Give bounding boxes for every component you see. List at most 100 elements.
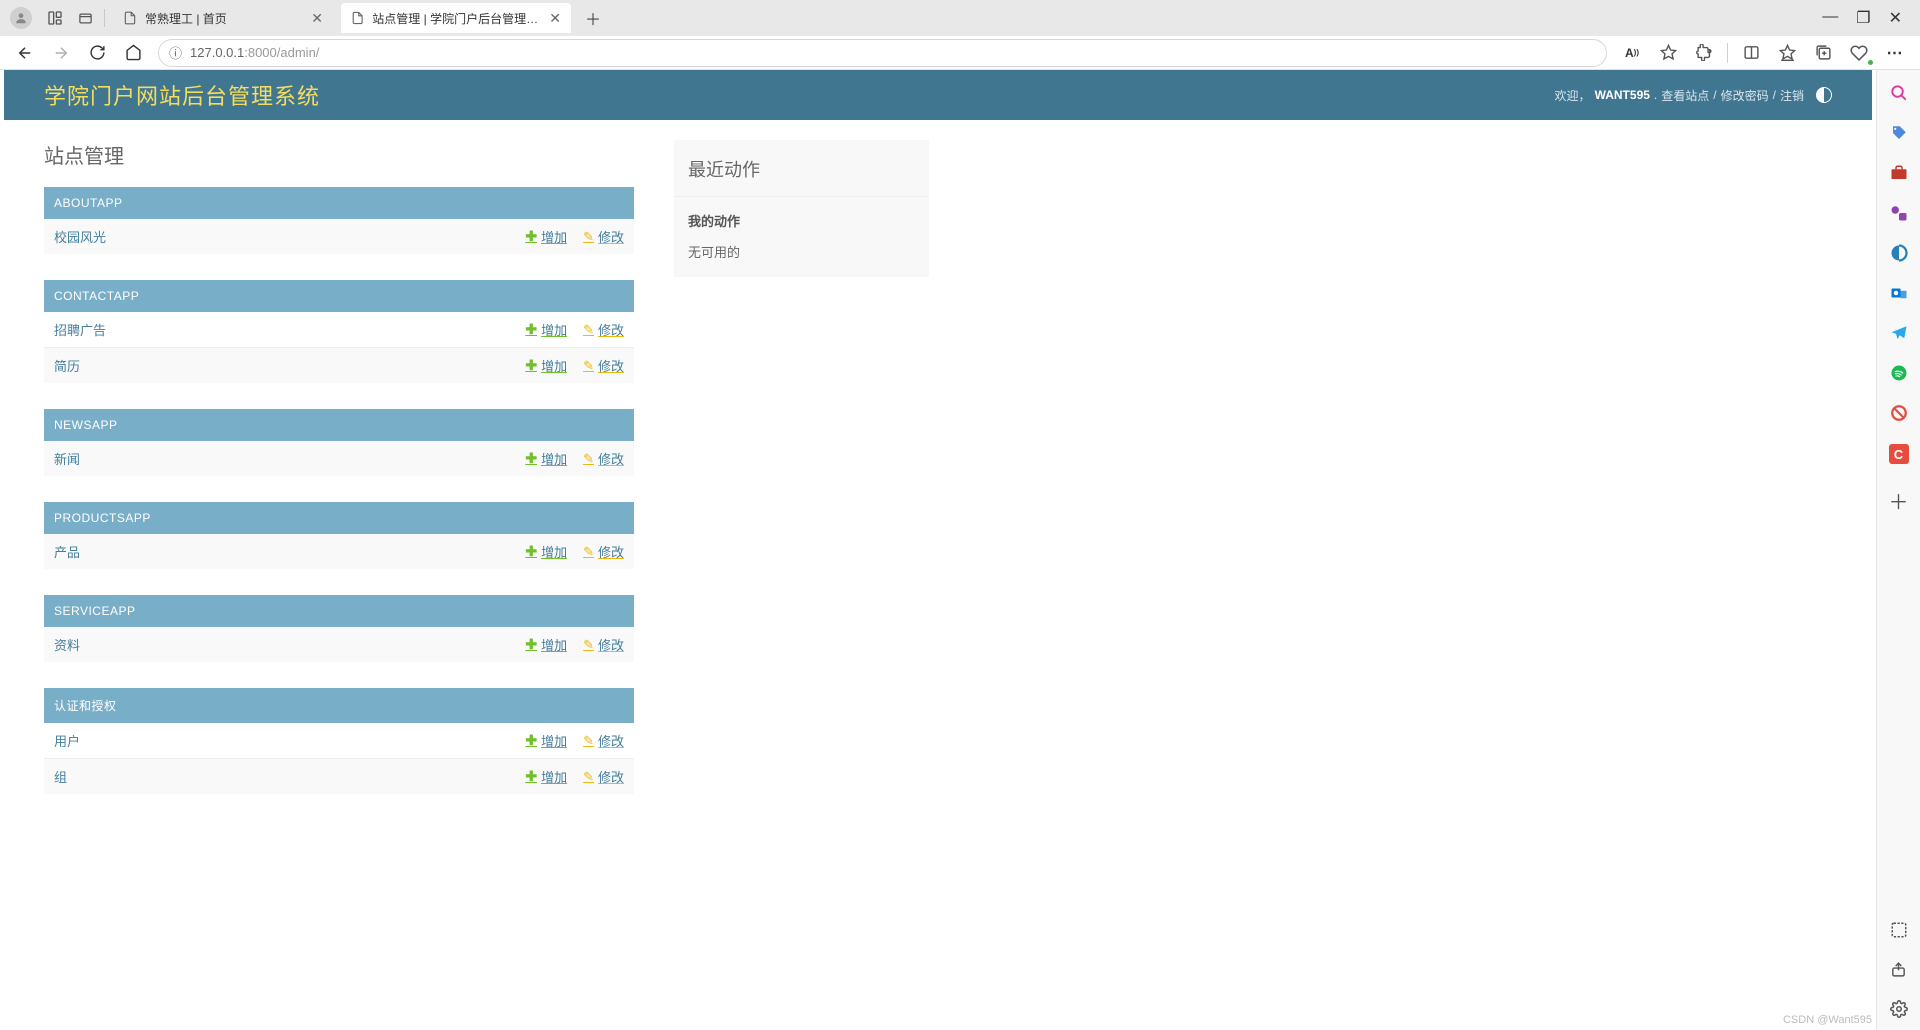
- plus-icon: ✚: [525, 450, 537, 467]
- tab-actions-icon[interactable]: [74, 11, 96, 26]
- settings-icon[interactable]: [1890, 1000, 1908, 1018]
- change-link[interactable]: ✎ 修改: [583, 320, 624, 339]
- minimize-button[interactable]: —: [1822, 8, 1838, 28]
- change-link[interactable]: ✎ 修改: [583, 767, 624, 786]
- change-link[interactable]: ✎ 修改: [583, 731, 624, 750]
- change-link[interactable]: ✎ 修改: [583, 227, 624, 246]
- welcome-text: 欢迎，: [1555, 87, 1591, 104]
- module-caption[interactable]: CONTACTAPP: [44, 280, 634, 312]
- workspaces-icon[interactable]: [44, 10, 66, 26]
- noentry-icon[interactable]: [1890, 404, 1908, 422]
- office-icon[interactable]: [1890, 244, 1908, 262]
- close-icon[interactable]: ✕: [311, 10, 323, 27]
- share-icon[interactable]: [1890, 961, 1907, 978]
- menu-icon[interactable]: ⋯: [1878, 38, 1912, 68]
- plus-icon: ✚: [525, 543, 537, 560]
- search-icon[interactable]: [1890, 84, 1908, 102]
- model-row: 招聘广告 ✚ 增加 ✎ 修改: [44, 312, 634, 348]
- model-link[interactable]: 校园风光: [54, 227, 509, 246]
- collections-icon[interactable]: [1806, 38, 1840, 68]
- tab-title: 站点管理 | 学院门户后台管理系统: [372, 10, 541, 27]
- change-password-link[interactable]: 修改密码: [1721, 87, 1769, 104]
- spotify-icon[interactable]: [1890, 364, 1908, 382]
- content-related: 最近动作 我的动作 无可用的: [674, 140, 929, 277]
- new-tab-button[interactable]: ＋: [579, 4, 607, 32]
- pencil-icon: ✎: [583, 358, 594, 374]
- plus-icon: ✚: [525, 228, 537, 245]
- back-button[interactable]: [8, 38, 42, 68]
- pencil-icon: ✎: [583, 322, 594, 338]
- content-main: 站点管理 ABOUTAPP校园风光✚ 增加✎ 修改CONTACTAPP招聘广告✚…: [44, 140, 634, 820]
- plus-icon: ✚: [525, 768, 537, 785]
- theme-toggle-icon[interactable]: [1816, 87, 1832, 103]
- user-tools: 欢迎， WANT595. 查看站点 / 修改密码 / 注销: [1555, 87, 1832, 104]
- view-site-link[interactable]: 查看站点: [1661, 87, 1709, 104]
- games-icon[interactable]: [1890, 204, 1908, 222]
- read-aloud-icon[interactable]: A)): [1615, 38, 1649, 68]
- module-caption[interactable]: ABOUTAPP: [44, 187, 634, 219]
- favorites-bar-icon[interactable]: [1770, 38, 1804, 68]
- extensions-icon[interactable]: [1687, 38, 1721, 68]
- recent-actions-empty: 无可用的: [674, 236, 929, 277]
- briefcase-icon[interactable]: [1890, 164, 1908, 182]
- forward-button[interactable]: [44, 38, 78, 68]
- change-link[interactable]: ✎ 修改: [583, 635, 624, 654]
- refresh-button[interactable]: [80, 38, 114, 68]
- module-caption[interactable]: SERVICEAPP: [44, 595, 634, 627]
- browser-tab-inactive[interactable]: 常熟理工 | 首页 ✕: [113, 3, 333, 33]
- plus-icon: ✚: [525, 357, 537, 374]
- model-row: 简历 ✚ 增加 ✎ 修改: [44, 348, 634, 383]
- pencil-icon: ✎: [583, 733, 594, 749]
- site-info-icon[interactable]: ⓘ: [169, 43, 182, 62]
- model-link[interactable]: 资料: [54, 635, 509, 654]
- screenshot-icon[interactable]: [1890, 921, 1908, 939]
- favorite-icon[interactable]: [1651, 38, 1685, 68]
- url-input[interactable]: ⓘ 127.0.0.1:8000/admin/: [158, 39, 1607, 67]
- module-caption[interactable]: 认证和授权: [44, 688, 634, 723]
- app-module: NEWSAPP 新闻 ✚ 增加 ✎ 修改: [44, 409, 634, 476]
- tab-title: 常熟理工 | 首页: [145, 10, 227, 27]
- pencil-icon: ✎: [583, 229, 594, 245]
- maximize-button[interactable]: ❐: [1856, 8, 1870, 28]
- profile-avatar[interactable]: [10, 7, 32, 29]
- pencil-icon: ✎: [583, 769, 594, 785]
- app-module: ABOUTAPP 校园风光 ✚ 增加 ✎ 修改: [44, 187, 634, 254]
- add-link[interactable]: ✚ 增加: [525, 320, 567, 339]
- model-link[interactable]: 产品: [54, 542, 509, 561]
- module-caption[interactable]: NEWSAPP: [44, 409, 634, 441]
- change-link[interactable]: ✎ 修改: [583, 542, 624, 561]
- outlook-icon[interactable]: [1890, 284, 1908, 302]
- home-button[interactable]: [116, 38, 150, 68]
- add-link[interactable]: ✚ 增加: [525, 542, 567, 561]
- add-link[interactable]: ✚ 增加: [525, 635, 567, 654]
- split-screen-icon[interactable]: [1734, 38, 1768, 68]
- add-link[interactable]: ✚ 增加: [525, 227, 567, 246]
- add-link[interactable]: ✚ 增加: [525, 356, 567, 375]
- performance-icon[interactable]: [1842, 38, 1876, 68]
- add-link[interactable]: ✚ 增加: [525, 731, 567, 750]
- model-link[interactable]: 招聘广告: [54, 320, 509, 339]
- module-caption[interactable]: PRODUCTSAPP: [44, 502, 634, 534]
- model-link[interactable]: 组: [54, 767, 509, 786]
- my-actions-title: 我的动作: [674, 196, 929, 236]
- telegram-icon[interactable]: [1890, 324, 1908, 342]
- model-link[interactable]: 新闻: [54, 449, 509, 468]
- add-link[interactable]: ✚ 增加: [525, 449, 567, 468]
- tag-icon[interactable]: [1890, 124, 1908, 142]
- logout-link[interactable]: 注销: [1780, 87, 1804, 104]
- add-sidebar-icon[interactable]: ＋: [1889, 486, 1909, 515]
- site-title: 学院门户网站后台管理系统: [44, 79, 320, 111]
- browser-chrome: 常熟理工 | 首页 ✕ 站点管理 | 学院门户后台管理系统 ✕ ＋ — ❐ ✕: [0, 0, 1920, 70]
- change-link[interactable]: ✎ 修改: [583, 449, 624, 468]
- tab-separator: [104, 9, 105, 27]
- admin-header: 学院门户网站后台管理系统 欢迎， WANT595. 查看站点 / 修改密码 / …: [4, 70, 1872, 120]
- model-link[interactable]: 用户: [54, 731, 509, 750]
- browser-tab-active[interactable]: 站点管理 | 学院门户后台管理系统 ✕: [341, 3, 571, 33]
- app-c-icon[interactable]: C: [1889, 444, 1909, 464]
- change-link[interactable]: ✎ 修改: [583, 356, 624, 375]
- close-window-button[interactable]: ✕: [1889, 8, 1902, 28]
- model-row: 资料 ✚ 增加 ✎ 修改: [44, 627, 634, 662]
- add-link[interactable]: ✚ 增加: [525, 767, 567, 786]
- close-icon[interactable]: ✕: [549, 10, 561, 27]
- model-link[interactable]: 简历: [54, 356, 509, 375]
